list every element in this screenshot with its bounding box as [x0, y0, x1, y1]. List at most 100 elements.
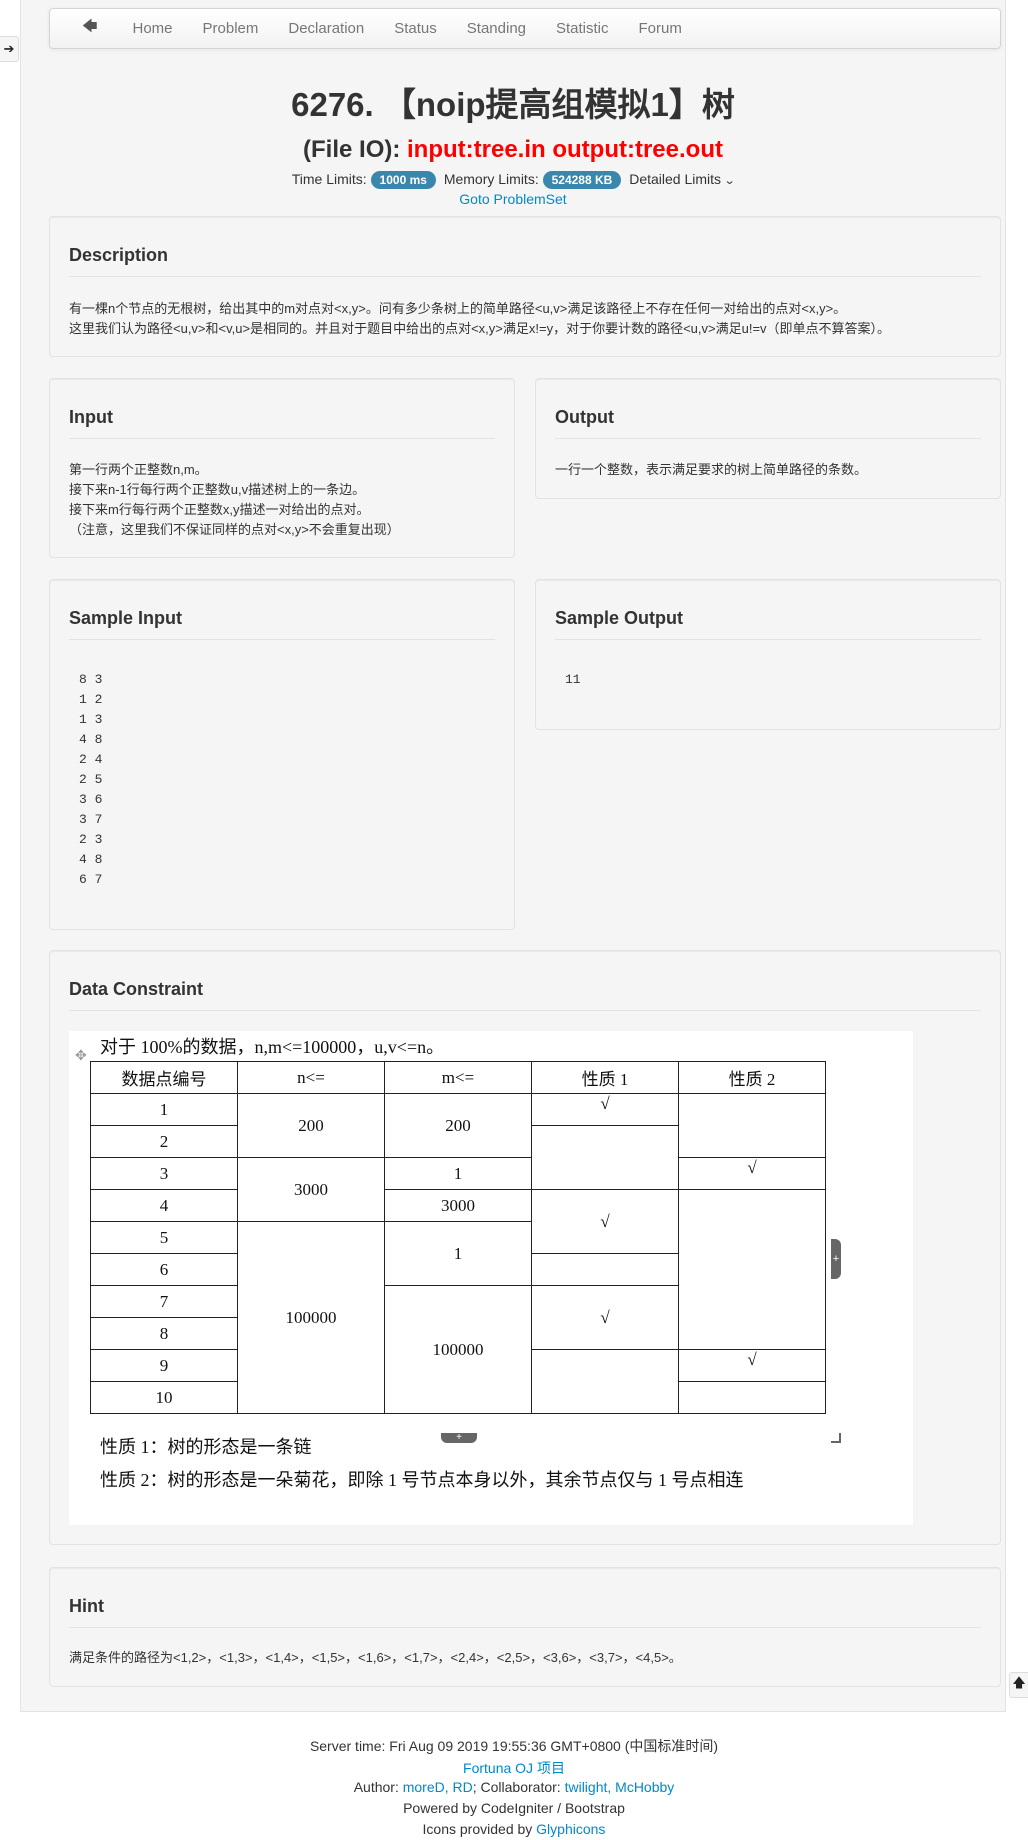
input-line: （注意，这里我们不保证同样的点对<x,y>不会重复出现）	[69, 522, 400, 537]
table-cell: 100000	[237, 1221, 385, 1414]
time-limit-badge: 1000 ms	[370, 171, 436, 189]
file-io-line: (File IO): input:tree.in output:tree.out	[21, 136, 1005, 164]
nav-home[interactable]: Home	[133, 20, 173, 37]
project-link-line: Fortuna OJ 项目	[0, 1758, 1028, 1778]
collaborator-links[interactable]: twilight, McHobby	[565, 1779, 675, 1795]
table-cell: 8	[90, 1317, 238, 1350]
detailed-limits-toggle[interactable]: Detailed Limits ⌄	[629, 171, 736, 187]
page-title: 6276. 【noip提高组模拟1】树	[291, 86, 735, 123]
table-cell: 3	[90, 1157, 238, 1190]
hint-text: 满足条件的路径为<1,2>，<1,3>，<1,4>，<1,5>，<1,6>，<1…	[69, 1650, 682, 1665]
table-cell: √	[531, 1093, 679, 1126]
scroll-top-button[interactable]: 🡅	[1009, 1672, 1028, 1698]
author-line: Author: moreD, RD; Collaborator: twiligh…	[0, 1779, 1028, 1795]
nav-statistic[interactable]: Statistic	[556, 20, 609, 37]
table-header-cell: n<=	[237, 1061, 385, 1094]
nav-problem[interactable]: Problem	[203, 20, 259, 37]
project-link[interactable]: Fortuna OJ 项目	[463, 1760, 565, 1776]
input-panel: Input 第一行两个正整数n,m。 接下来n-1行每行两个正整数u,v描述树上…	[49, 378, 515, 558]
constraint-intro: 对于 100%的数据，n,m<=100000，u,v<=n。	[100, 1037, 445, 1057]
column-add-handle[interactable]: +	[831, 1239, 841, 1279]
chevron-down-icon: ⌄	[723, 175, 736, 187]
navbar: 🡄 Home Problem Declaration Status Standi…	[49, 8, 1001, 49]
move-handle-icon[interactable]: ✥	[75, 1047, 87, 1064]
data-constraint-heading: Data Constraint	[69, 979, 981, 1011]
input-line: 接下来m行每行两个正整数x,y描述一对给出的点对。	[69, 502, 370, 517]
author-label: Author:	[353, 1779, 403, 1795]
output-panel: Output 一行一个整数，表示满足要求的树上简单路径的条数。	[535, 378, 1001, 499]
file-io-value: input:tree.in output:tree.out	[407, 136, 723, 163]
nav-declaration[interactable]: Declaration	[288, 20, 364, 37]
goto-problemset-link[interactable]: Goto ProblemSet	[21, 191, 1005, 207]
constraint-table: 数据点编号 n<= m<= 性质 1 性质 2 1 200 200 √ 2 3 …	[90, 1061, 826, 1414]
table-cell: √	[678, 1157, 826, 1190]
file-io-label: (File IO):	[303, 136, 408, 163]
table-header-cell: m<=	[384, 1061, 532, 1094]
hint-panel: Hint 满足条件的路径为<1,2>，<1,3>，<1,4>，<1,5>，<1,…	[49, 1567, 1001, 1687]
table-cell: 7	[90, 1285, 238, 1318]
table-cell	[678, 1381, 826, 1414]
output-text: 一行一个整数，表示满足要求的树上简单路径的条数。	[555, 462, 868, 477]
table-cell: 4	[90, 1189, 238, 1222]
table-cell: 100000	[384, 1285, 532, 1414]
nav-status[interactable]: Status	[394, 20, 437, 37]
table-row: 1 200 200 √	[90, 1093, 826, 1158]
glyphicons-link[interactable]: Glyphicons	[536, 1821, 605, 1837]
output-heading: Output	[555, 407, 981, 439]
sample-input-heading: Sample Input	[69, 608, 495, 640]
sidebar-toggle-button[interactable]: ➔	[0, 36, 19, 62]
sample-input-text: 8 3 1 2 1 3 4 8 2 4 2 5 3 6 3 7 2 3 4 8 …	[79, 672, 103, 887]
data-constraint-panel: Data Constraint ✥ 对于 100%的数据，n,m<=100000…	[49, 950, 1001, 1545]
arrow-left-icon[interactable]: 🡄	[82, 16, 98, 41]
input-heading: Input	[69, 407, 495, 439]
input-line: 第一行两个正整数n,m。	[69, 462, 208, 477]
table-cell	[531, 1253, 679, 1286]
memory-limit-label: Memory Limits:	[443, 171, 539, 187]
property-2-text: 性质 2：树的形态是一朵菊花，即除 1 号节点本身以外，其余节点仅与 1 号点相…	[100, 1470, 744, 1490]
table-cell: 3000	[384, 1189, 532, 1222]
property-1-text: 性质 1：树的形态是一条链	[100, 1437, 312, 1457]
table-cell: 3000	[237, 1157, 385, 1222]
table-cell: 200	[237, 1093, 385, 1158]
table-cell: √	[531, 1189, 679, 1254]
arrow-up-icon: 🡅	[1012, 1675, 1026, 1690]
description-text: 有一棵n个节点的无根树，给出其中的m对点对<x,y>。问有多少条树上的简单路径<…	[69, 299, 988, 339]
table-cell: 1	[90, 1093, 238, 1126]
table-header-cell: 数据点编号	[90, 1061, 238, 1094]
sample-output-panel: Sample Output 11	[535, 579, 1001, 730]
collaborator-label: ; Collaborator:	[472, 1779, 565, 1795]
constraint-editor-box: ✥ 对于 100%的数据，n,m<=100000，u,v<=n。 数据点编号 n…	[69, 1031, 913, 1525]
table-header-cell: 性质 1	[531, 1061, 679, 1094]
table-cell: 5	[90, 1221, 238, 1254]
table-row: 4 3000 √	[90, 1189, 826, 1350]
icons-label: Icons provided by	[422, 1821, 537, 1837]
description-panel: Description 有一棵n个节点的无根树，给出其中的m对点对<x,y>。问…	[49, 216, 1001, 357]
main-container: 🡄 Home Problem Declaration Status Standi…	[20, 0, 1006, 1712]
table-cell: 1	[384, 1157, 532, 1190]
author-links[interactable]: moreD, RD	[403, 1779, 473, 1795]
memory-limit-badge: 524288 KB	[542, 171, 622, 189]
sample-input-panel: Sample Input 8 3 1 2 1 3 4 8 2 4 2 5 3 6…	[49, 579, 515, 930]
sample-output-text: 11	[565, 672, 581, 687]
input-line: 接下来n-1行每行两个正整数u,v描述树上的一条边。	[69, 482, 366, 497]
arrow-right-icon: ➔	[3, 41, 15, 56]
table-cell: 10	[90, 1381, 238, 1414]
description-line: 有一棵n个节点的无根树，给出其中的m对点对<x,y>。问有多少条树上的简单路径<…	[69, 301, 847, 316]
server-time: Server time: Fri Aug 09 2019 19:55:36 GM…	[309, 1738, 719, 1754]
table-cell: 2	[90, 1125, 238, 1158]
description-heading: Description	[69, 245, 981, 277]
table-cell	[531, 1125, 679, 1190]
hint-heading: Hint	[69, 1596, 981, 1628]
row-add-handle[interactable]: +	[441, 1433, 477, 1443]
table-cell: 200	[384, 1093, 532, 1158]
limits-line: Time Limits: 1000 ms Memory Limits: 5242…	[21, 171, 1005, 189]
description-line: 这里我们认为路径<u,v>和<v,u>是相同的。并且对于题目中给出的点对<x,y…	[69, 321, 891, 336]
powered-by: Powered by CodeIgniter / Bootstrap	[403, 1800, 625, 1816]
nav-forum[interactable]: Forum	[639, 20, 682, 37]
table-cell: √	[531, 1285, 679, 1350]
table-header-row: 数据点编号 n<= m<= 性质 1 性质 2	[90, 1061, 826, 1094]
table-cell	[531, 1349, 679, 1414]
table-resize-handle[interactable]	[831, 1433, 841, 1443]
detailed-limits-label: Detailed Limits	[629, 171, 722, 187]
nav-standing[interactable]: Standing	[467, 20, 526, 37]
